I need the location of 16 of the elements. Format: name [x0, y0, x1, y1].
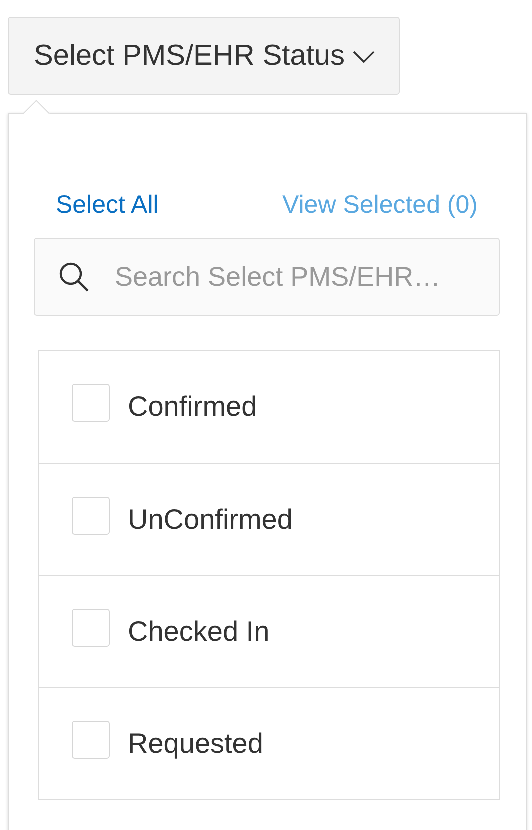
option-row[interactable]: Confirmed: [39, 351, 499, 463]
search-field[interactable]: Search Select PMS/EHR…: [34, 238, 500, 316]
checkbox[interactable]: [72, 496, 110, 534]
checkbox[interactable]: [72, 720, 110, 758]
checkbox[interactable]: [72, 608, 110, 646]
option-label: Requested: [128, 728, 264, 760]
option-row[interactable]: Requested: [39, 687, 499, 799]
select-all-link[interactable]: Select All: [56, 190, 159, 220]
option-label: Confirmed: [128, 391, 258, 423]
option-row[interactable]: Checked In: [39, 575, 499, 687]
caret-icon: [353, 51, 376, 63]
checkbox[interactable]: [72, 384, 110, 422]
option-label: Checked In: [128, 616, 270, 648]
option-row[interactable]: UnConfirmed: [39, 463, 499, 575]
option-label: UnConfirmed: [128, 504, 293, 536]
status-dropdown-button[interactable]: Select PMS/EHR Status: [8, 17, 400, 95]
